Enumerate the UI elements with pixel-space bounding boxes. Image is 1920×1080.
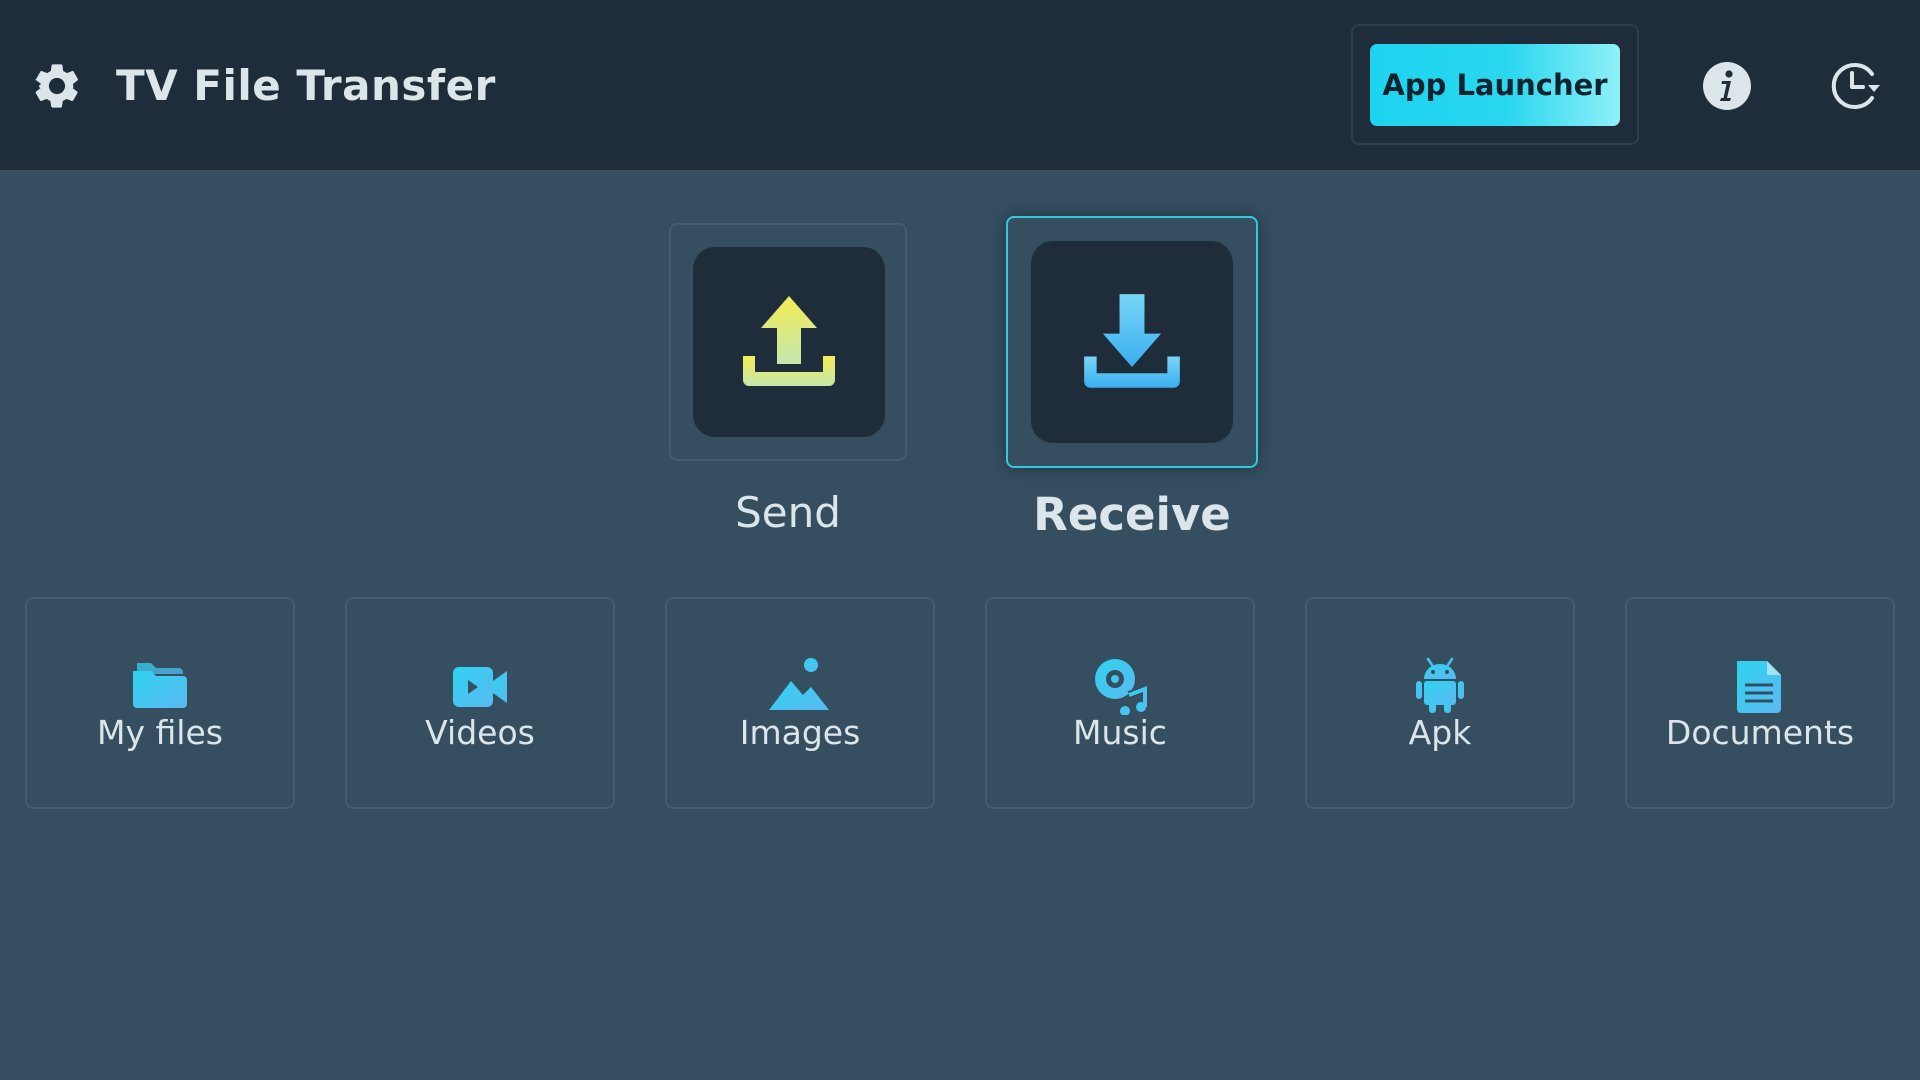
category-label: My files [97, 713, 223, 752]
video-camera-icon [453, 667, 507, 707]
receive-label: Receive [1033, 488, 1231, 541]
receive-card[interactable] [1006, 216, 1258, 468]
category-label: Apk [1408, 713, 1472, 752]
category-music[interactable]: Music [985, 597, 1255, 809]
send-card[interactable] [669, 223, 907, 461]
top-bar: TV File Transfer App Launcher [0, 0, 1920, 170]
download-icon [1084, 294, 1180, 388]
category-images[interactable]: Images [665, 597, 935, 809]
android-icon [1416, 657, 1464, 713]
app-launcher-button[interactable]: App Launcher [1370, 44, 1620, 126]
gear-icon[interactable] [30, 59, 84, 113]
category-documents[interactable]: Documents [1625, 597, 1895, 809]
category-videos[interactable]: Videos [345, 597, 615, 809]
category-label: Images [739, 713, 861, 752]
music-icon [1095, 659, 1149, 715]
send-label: Send [735, 488, 841, 537]
category-my-files[interactable]: My files [25, 597, 295, 809]
category-label: Videos [425, 713, 535, 752]
image-icon [769, 658, 829, 710]
folder-icon [133, 663, 187, 708]
category-label: Documents [1665, 713, 1855, 752]
category-label: Music [1073, 713, 1167, 752]
upload-icon [743, 296, 835, 386]
send-tile [693, 247, 885, 437]
receive-tile [1031, 241, 1233, 443]
category-apk[interactable]: Apk [1305, 597, 1575, 809]
document-icon [1737, 661, 1781, 713]
info-icon[interactable] [1702, 61, 1752, 111]
app-title: TV File Transfer [116, 61, 496, 110]
history-icon[interactable] [1828, 60, 1882, 112]
